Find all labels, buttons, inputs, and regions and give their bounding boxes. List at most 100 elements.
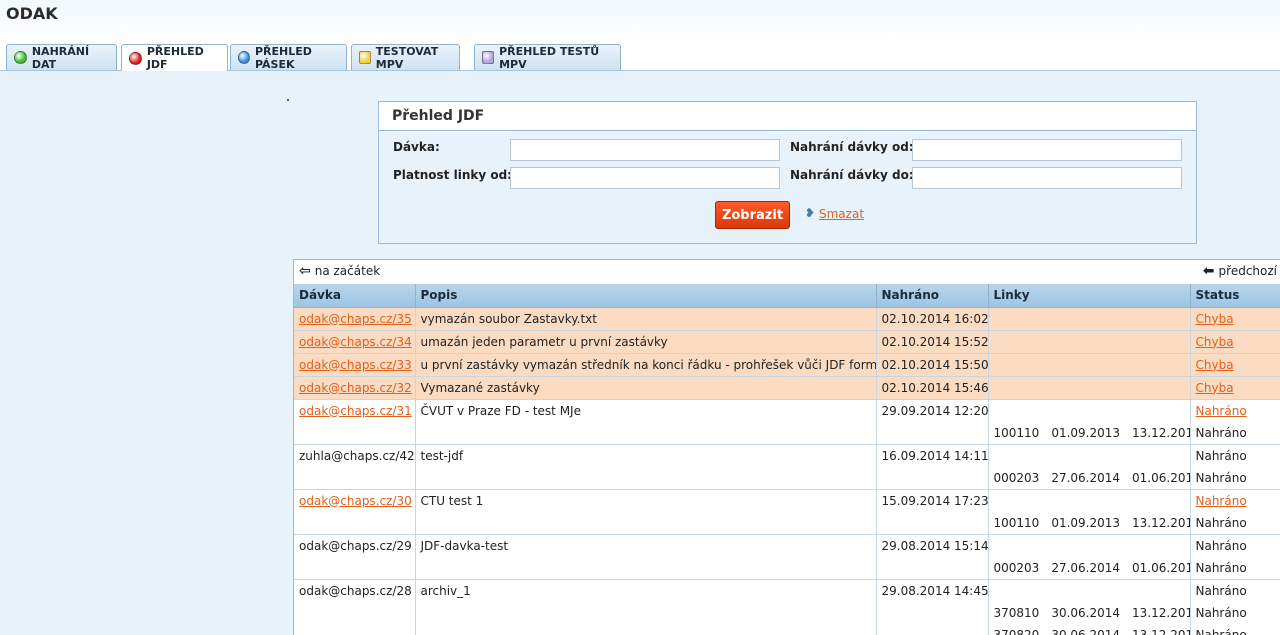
platnost-input[interactable] [510, 167, 780, 189]
linky-cell: 100110 01.09.2013 13.12.2014 [988, 489, 1191, 535]
tab-nahrání-dat[interactable]: NAHRÁNÍ DAT [6, 44, 117, 71]
tab-label: PŘEHLED TESTŮ MPV [499, 44, 600, 71]
popis-cell: archiv_1 [415, 579, 877, 635]
davka-cell: odak@chaps.cz/32 [294, 376, 416, 400]
linka-value: 370810 [993, 605, 1040, 620]
davka-input[interactable] [510, 139, 780, 161]
linka-value: 13.12.2014 [1132, 425, 1189, 440]
status-link[interactable]: Chyba [1196, 331, 1280, 353]
davka-text: zuhla@chaps.cz/42 [299, 448, 415, 463]
linky-spacer [994, 400, 1190, 422]
status-text: Nahráno [1195, 538, 1247, 553]
davka-link[interactable]: odak@chaps.cz/30 [299, 494, 412, 508]
app-title: ODAK [6, 4, 58, 23]
davka-link[interactable]: odak@chaps.cz/31 [299, 404, 412, 418]
popis-cell: u první zastávky vymazán středník na kon… [415, 353, 877, 377]
linka-value: 13.12.2014 [1132, 627, 1189, 635]
popis-cell: vymazán soubor Zastavky.txt [415, 307, 877, 331]
popis-cell: CTU test 1 [415, 489, 877, 535]
linka-value: 30.06.2014 [1051, 627, 1121, 635]
results-grid: ⇦ na začátek ⬅ předchozí Dávka Popis Nahráno… [293, 259, 1280, 635]
nahrano-cell: 29.08.2014 15:14 [876, 534, 989, 580]
status-text: Nahráno [1195, 605, 1247, 620]
nahrani-od-input[interactable] [912, 139, 1182, 161]
table-row[interactable]: odak@chaps.cz/33 u první zastávky vymazán… [294, 353, 1280, 377]
tab-přehled-jdf[interactable]: PŘEHLED JDF [121, 44, 228, 71]
linky-spacer [994, 445, 1190, 467]
status-cell: Nahráno Nahráno [1190, 489, 1280, 535]
linka-line: 100110 01.09.2013 13.12.2014 [994, 512, 1190, 534]
show-button[interactable]: Zobrazit [715, 201, 790, 229]
tab-testovat-mpv[interactable]: TESTOVAT MPV [351, 44, 460, 71]
pager: ⇦ na začátek ⬅ předchozí [294, 260, 1280, 284]
table-row[interactable]: odak@chaps.cz/30 CTU test 1 15.09.2014 17:… [294, 489, 1280, 535]
table-row[interactable]: odak@chaps.cz/31 ČVUT v Praze FD - test M… [294, 399, 1280, 445]
nahrano-cell: 02.10.2014 15:50 [876, 353, 989, 377]
linky-cell [988, 353, 1191, 377]
clear-link[interactable]: Smazat [819, 207, 864, 221]
first-page-link[interactable]: ⇦ na začátek [299, 263, 380, 279]
column-header[interactable]: Linky [988, 284, 1191, 308]
results-table: Dávka Popis Nahráno Linky Status odak@chaps.… [294, 284, 1280, 635]
table-row[interactable]: odak@chaps.cz/34 umazán jeden parametr u … [294, 330, 1280, 354]
status-link[interactable]: Chyba [1196, 308, 1280, 330]
status-link[interactable]: Nahráno [1196, 400, 1280, 422]
linka-line: 370820 30.06.2014 13.12.2014 [994, 624, 1190, 635]
popis-cell: umazán jeden parametr u první zastávky [415, 330, 877, 354]
nahrano-cell: 02.10.2014 16:02 [876, 307, 989, 331]
linka-line: 000203 27.06.2014 01.06.2015 [994, 467, 1190, 489]
first-page-label: na začátek [314, 264, 381, 278]
linka-line: 370810 30.06.2014 13.12.2014 [994, 602, 1190, 624]
column-header[interactable]: Nahráno [876, 284, 989, 308]
table-row[interactable]: zuhla@chaps.cz/42 test-jdf 16.09.2014 14:1… [294, 444, 1280, 490]
filter-panel-title: Přehled JDF [379, 102, 1196, 131]
green-circle-icon [14, 51, 27, 64]
status-cell: Chyba [1190, 353, 1280, 377]
tab-přehled-pásek[interactable]: PŘEHLED PÁSEK [230, 44, 347, 71]
column-header[interactable]: Popis [415, 284, 877, 308]
platnost-label: Platnost linky od: [393, 168, 512, 182]
status-text: Nahráno [1195, 470, 1247, 485]
nahrani-do-input[interactable] [912, 167, 1182, 189]
linka-value: 000203 [993, 560, 1040, 575]
linka-value: 01.09.2013 [1051, 425, 1121, 440]
linky-cell: 000203 27.06.2014 01.06.2015 [988, 444, 1191, 490]
nahrano-cell: 29.09.2014 12:20 [876, 399, 989, 445]
status-link[interactable]: Chyba [1196, 354, 1280, 376]
linky-cell [988, 330, 1191, 354]
davka-link[interactable]: odak@chaps.cz/34 [299, 335, 412, 349]
linka-value: 13.12.2014 [1132, 605, 1189, 620]
davka-link[interactable]: odak@chaps.cz/32 [299, 381, 412, 395]
davka-cell: odak@chaps.cz/35 [294, 307, 416, 331]
table-row[interactable]: odak@chaps.cz/32 Vymazané zastávky 02.10.2… [294, 376, 1280, 400]
linky-spacer [994, 535, 1190, 557]
status-text: Nahráno [1195, 560, 1247, 575]
popis-cell: test-jdf [415, 444, 877, 490]
davka-link[interactable]: odak@chaps.cz/33 [299, 358, 412, 372]
davka-cell: odak@chaps.cz/30 [294, 489, 416, 535]
linky-cell [988, 376, 1191, 400]
app-header: ODAK NAHRÁNÍ DAT PŘEHLED JDF PŘEHLED PÁSEK… [0, 0, 1280, 71]
table-row[interactable]: odak@chaps.cz/29 JDF-davka-test 29.08.2014… [294, 534, 1280, 580]
davka-cell: odak@chaps.cz/33 [294, 353, 416, 377]
davka-link[interactable]: odak@chaps.cz/35 [299, 312, 412, 326]
nahrano-cell: 29.08.2014 14:45 [876, 579, 989, 635]
davka-text: odak@chaps.cz/28 [299, 583, 412, 598]
table-row[interactable]: odak@chaps.cz/28 archiv_1 29.08.2014 14:45… [294, 579, 1280, 635]
status-text: Nahráno [1195, 425, 1247, 440]
davka-cell: odak@chaps.cz/31 [294, 399, 416, 445]
davka-text: odak@chaps.cz/29 [299, 538, 412, 553]
table-row[interactable]: odak@chaps.cz/35 vymazán soubor Zastavky.… [294, 307, 1280, 331]
previous-page-link[interactable]: ⬅ předchozí [1203, 263, 1277, 279]
status-link[interactable]: Chyba [1196, 377, 1280, 399]
nahrano-cell: 02.10.2014 15:46 [876, 376, 989, 400]
purple-square-icon [482, 51, 495, 64]
linky-cell [988, 307, 1191, 331]
linka-value: 01.06.2015 [1132, 560, 1189, 575]
davka-cell: odak@chaps.cz/34 [294, 330, 416, 354]
column-header[interactable]: Dávka [294, 284, 416, 308]
column-header[interactable]: Status [1190, 284, 1280, 308]
nahrano-cell: 02.10.2014 15:52 [876, 330, 989, 354]
status-link[interactable]: Nahráno [1196, 490, 1280, 512]
tab-přehled-testů-mpv[interactable]: PŘEHLED TESTŮ MPV [474, 44, 621, 71]
